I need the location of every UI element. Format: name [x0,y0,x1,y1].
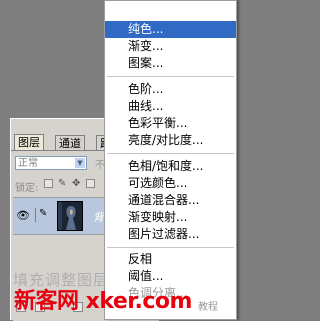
menu-item-brightness-contrast[interactable]: 亮度/对比度... [105,132,236,149]
menu-separator [107,247,234,248]
blend-mode-select[interactable]: 正常 ▼ [15,156,87,170]
menu-item-invert[interactable]: 反相 [105,251,236,268]
lock-label: 锁定: [15,183,39,194]
brush-lock-icon[interactable]: ✎ [58,179,67,189]
blend-mode-value: 正常 [18,158,38,169]
menu-item-curves[interactable]: 曲线... [105,98,236,115]
menu-item-gradient[interactable]: 渐变... [105,38,236,55]
chevron-down-icon: ▼ [75,158,85,168]
site-mark: 教程 [198,302,218,313]
lock-transparency-checkbox[interactable] [44,179,53,188]
tab-layers[interactable]: 图层 [14,134,44,151]
brush-icon: ✎ [35,208,51,222]
menu-item-levels[interactable]: 色阶... [105,81,236,98]
menu-item-gradient-map[interactable]: 渐变映射... [105,209,236,226]
lock-all-checkbox[interactable] [86,179,95,188]
menu-item-color-balance[interactable]: 色彩平衡... [105,115,236,132]
watermark: 新客网 xker.com [14,289,192,314]
menu-separator [107,153,234,154]
tab-channels[interactable]: 通道 [55,135,85,151]
eye-icon[interactable]: 👁 [16,209,30,222]
adjustment-layer-menu: 纯色... 渐变... 图案... 色阶... 曲线... 色彩平衡... 亮度… [104,0,237,320]
menu-item-selective-color[interactable]: 可选颜色... [105,175,236,192]
move-lock-icon[interactable]: ✥ [72,179,81,189]
menu-separator [107,76,234,77]
menu-item-solid-color[interactable]: 纯色... [105,21,236,38]
menu-item-pattern[interactable]: 图案... [105,55,236,72]
menu-item-channel-mixer[interactable]: 通道混合器... [105,192,236,209]
layer-thumbnail [57,201,83,231]
menu-item-hue-saturation[interactable]: 色相/饱和度... [105,158,236,175]
menu-item-photo-filter[interactable]: 图片过滤器... [105,226,236,243]
